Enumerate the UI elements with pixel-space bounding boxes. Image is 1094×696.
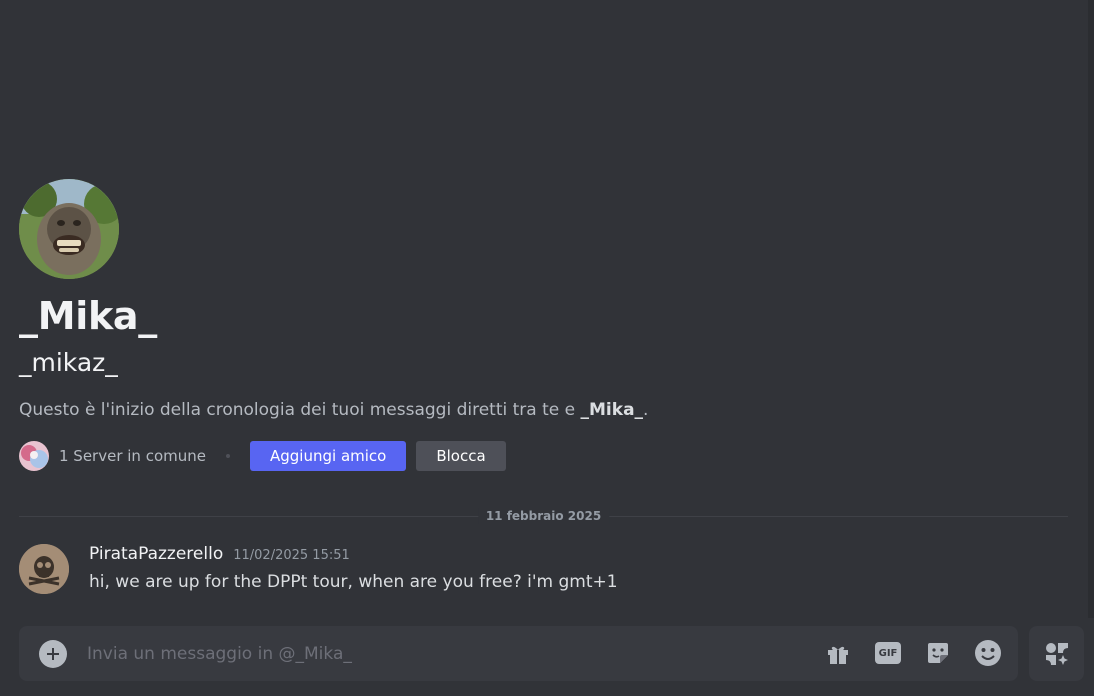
gif-label: GIF (875, 642, 901, 664)
gift-icon[interactable] (824, 639, 852, 667)
message-author[interactable]: PirataPazzerello (89, 544, 223, 564)
mutual-servers-link[interactable]: 1 Server in comune (59, 447, 206, 465)
separator-dot (226, 454, 230, 458)
intro-text-suffix: . (643, 400, 649, 420)
dm-chat-view: _Mika_ _mikaz_ Questo è l'inizio della c… (0, 0, 1094, 696)
emoji-icon[interactable] (974, 639, 1002, 667)
scrollbar[interactable] (1088, 0, 1094, 618)
message-composer: GIF (19, 626, 1018, 681)
message-author-avatar[interactable] (19, 544, 69, 594)
message-timestamp: 11/02/2025 15:51 (233, 548, 350, 563)
dm-intro-text: Questo è l'inizio della cronologia dei t… (19, 399, 1069, 421)
message-header: PirataPazzerello 11/02/2025 15:51 (89, 544, 350, 564)
add-friend-button[interactable]: Aggiungi amico (250, 441, 407, 471)
dm-intro: _Mika_ _mikaz_ Questo è l'inizio della c… (19, 179, 1069, 471)
profile-avatar[interactable] (19, 179, 119, 279)
intro-text-name: _Mika_ (580, 400, 644, 420)
message-content: hi, we are up for the DPPt tour, when ar… (89, 572, 618, 592)
composer-tools: GIF (824, 639, 1002, 667)
profile-username: _mikaz_ (19, 348, 118, 377)
profile-actions: 1 Server in comune Aggiungi amico Blocca (19, 441, 1069, 471)
message-input[interactable] (87, 626, 787, 681)
sticker-icon[interactable] (924, 639, 952, 667)
plus-circle-icon[interactable] (39, 640, 67, 668)
gif-icon[interactable]: GIF (874, 639, 902, 667)
mutual-server-icon[interactable] (19, 441, 49, 471)
date-divider-label: 11 febbraio 2025 (477, 508, 610, 524)
date-divider: 11 febbraio 2025 (19, 508, 1068, 524)
message-item[interactable]: PirataPazzerello 11/02/2025 15:51 hi, we… (19, 544, 1069, 598)
apps-icon[interactable] (1029, 626, 1084, 681)
block-button[interactable]: Blocca (416, 441, 506, 471)
intro-text-prefix: Questo è l'inizio della cronologia dei t… (19, 400, 581, 420)
profile-display-name: _Mika_ (19, 294, 157, 338)
